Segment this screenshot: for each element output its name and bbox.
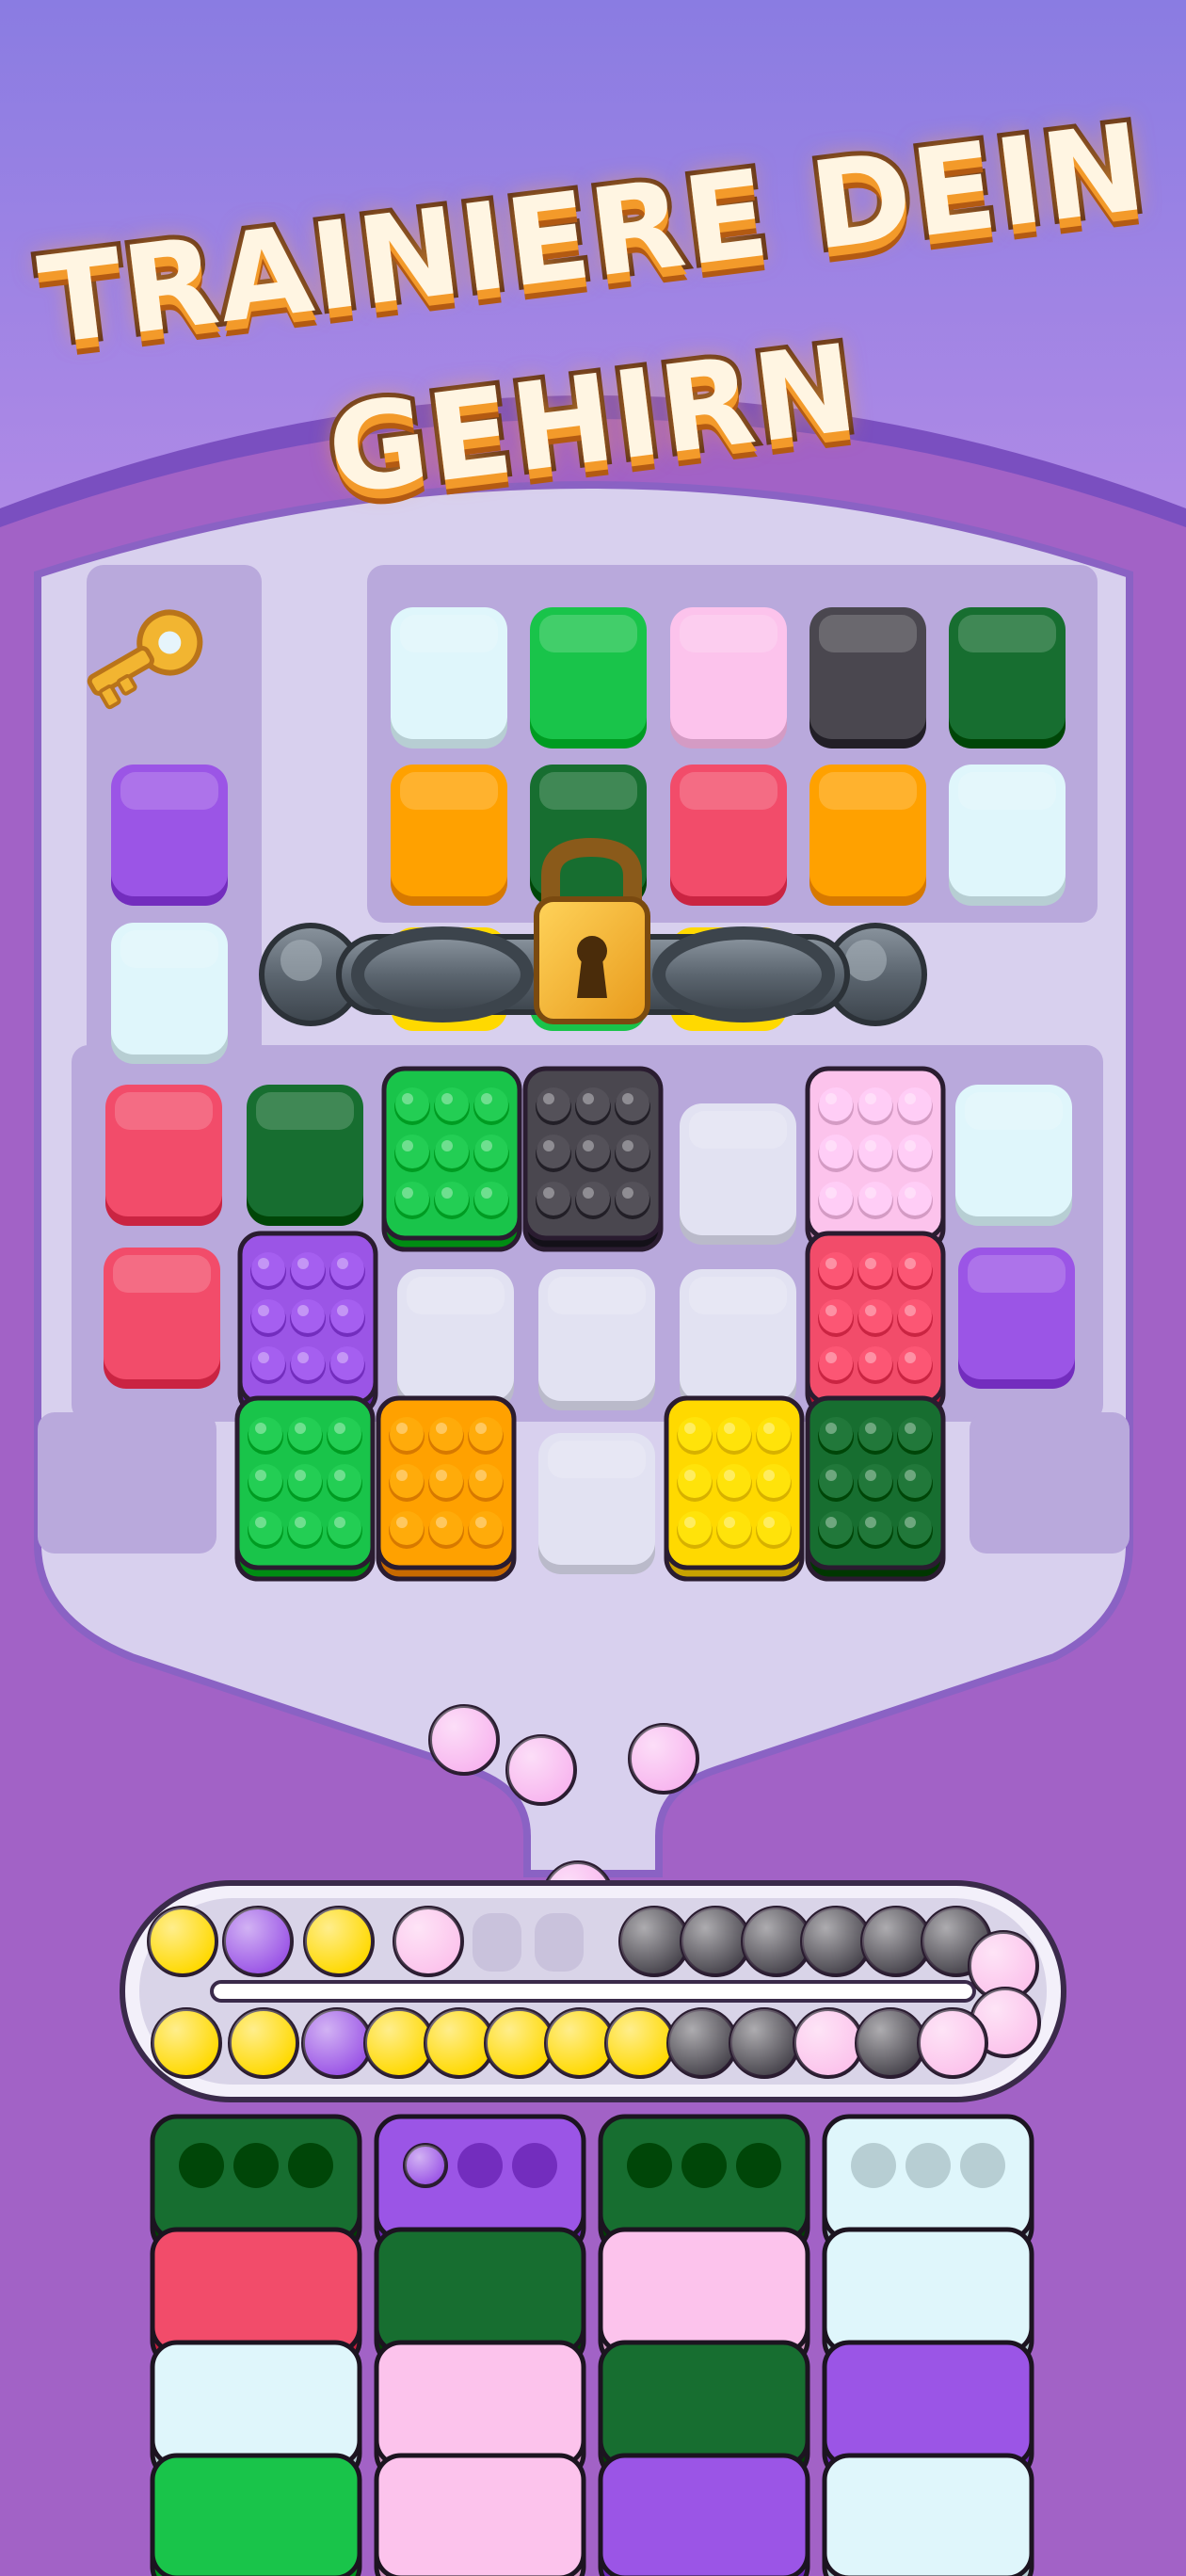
ball-pink xyxy=(428,1704,500,1776)
ball-pink xyxy=(505,1734,577,1806)
bubble-block-red xyxy=(805,1231,946,1417)
container-hole xyxy=(179,2143,224,2188)
tile-purple xyxy=(958,1248,1075,1389)
ball-yellow xyxy=(363,2007,435,2079)
tile-ice xyxy=(391,607,507,749)
empty-slot xyxy=(473,1913,521,1972)
ball-yellow xyxy=(147,1906,218,1977)
tile-red xyxy=(105,1085,222,1226)
empty-slot xyxy=(535,1913,584,1972)
ball-yellow xyxy=(151,2007,222,2079)
ball-pink xyxy=(628,1723,699,1795)
tile-purple xyxy=(111,765,228,906)
ball-dark xyxy=(729,2007,800,2079)
container-hole xyxy=(627,2143,672,2188)
ball-container xyxy=(374,2114,586,2576)
bubble-block-yellow xyxy=(664,1395,805,1582)
ball-container xyxy=(822,2114,1034,2576)
tile-empty xyxy=(397,1269,514,1410)
tile-ice xyxy=(955,1085,1072,1226)
container-hole xyxy=(288,2143,333,2188)
tile-empty xyxy=(538,1433,655,1574)
bubble-block-purple xyxy=(237,1231,378,1417)
container-hole xyxy=(906,2143,951,2188)
tile-dgreen xyxy=(949,607,1066,749)
ball-dark xyxy=(800,1906,872,1977)
ball-container xyxy=(598,2114,810,2576)
tile-ice xyxy=(111,923,228,1064)
corner-well-left xyxy=(38,1412,216,1554)
tile-green xyxy=(530,607,647,749)
tile-orange xyxy=(391,765,507,906)
ball-purple xyxy=(301,2007,373,2079)
ball-yellow xyxy=(544,2007,616,2079)
ball-dark xyxy=(680,1906,751,1977)
tile-dark xyxy=(809,607,926,749)
tile-pink xyxy=(670,607,787,749)
container-hole xyxy=(736,2143,781,2188)
ball-yellow xyxy=(424,2007,495,2079)
bubble-block-orange xyxy=(376,1395,517,1582)
bubble-block-green xyxy=(234,1395,376,1582)
ball-pink xyxy=(393,1906,464,1977)
ball-purple xyxy=(403,2143,448,2188)
ball-dark xyxy=(618,1906,690,1977)
container-hole xyxy=(681,2143,727,2188)
tile-red xyxy=(670,765,787,906)
container-hole xyxy=(457,2143,503,2188)
ball-yellow xyxy=(604,2007,676,2079)
ball-container xyxy=(150,2114,362,2576)
bubble-block-dgreen xyxy=(805,1395,946,1582)
corner-well-right xyxy=(970,1412,1130,1554)
tile-empty xyxy=(538,1269,655,1410)
container-hole xyxy=(851,2143,896,2188)
tile-dgreen xyxy=(247,1085,363,1226)
ball-dark xyxy=(855,2007,926,2079)
bubble-block-green xyxy=(381,1066,522,1252)
container-hole xyxy=(960,2143,1005,2188)
ball-pink xyxy=(917,2007,988,2079)
tile-red xyxy=(104,1248,220,1389)
tile-ice xyxy=(949,765,1066,906)
ball-yellow xyxy=(484,2007,555,2079)
ball-pink xyxy=(793,2007,864,2079)
tile-empty xyxy=(680,1269,796,1410)
container-hole xyxy=(233,2143,279,2188)
ball-dark xyxy=(666,2007,738,2079)
tile-empty xyxy=(680,1103,796,1245)
ball-yellow xyxy=(303,1906,375,1977)
container-hole xyxy=(512,2143,557,2188)
bubble-block-dark xyxy=(522,1066,664,1252)
bubble-block-pink xyxy=(805,1066,946,1252)
ball-purple xyxy=(222,1906,294,1977)
ball-yellow xyxy=(228,2007,299,2079)
tile-orange xyxy=(809,765,926,906)
ball-dark xyxy=(860,1906,932,1977)
